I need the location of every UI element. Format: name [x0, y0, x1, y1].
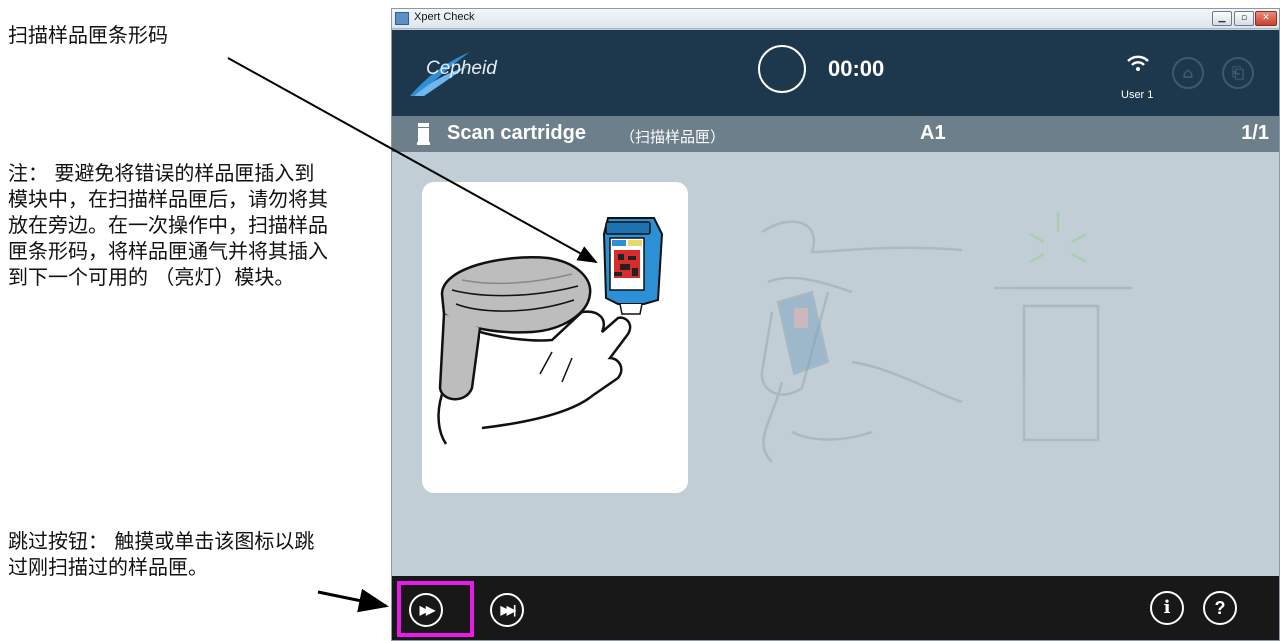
skip-all-button[interactable]: ▶▶| — [490, 593, 524, 627]
step-subtitle: （扫描样品匣） — [620, 128, 726, 146]
scan-illustration-card — [422, 182, 688, 493]
app-window: Xpert Check ▁ ▫ ✕ Cepheid 00:00 User 1 ⌂… — [391, 8, 1280, 641]
user-label: User 1 — [1121, 89, 1154, 101]
step-bar: Scan cartridge （扫描样品匣） A1 1/1 — [392, 116, 1279, 152]
instruction-area — [392, 152, 1279, 576]
faded-insertion-illustration — [760, 212, 1132, 463]
annotation-skip-button: 跳过按钮： 触摸或单击该图标以跳过刚扫描过的样品匣。 — [8, 528, 328, 580]
window-title: Xpert Check — [414, 11, 475, 23]
minimize-button[interactable]: ▁ — [1212, 11, 1232, 26]
skip-button[interactable]: ▶▶ — [409, 593, 443, 627]
app-icon — [395, 12, 409, 25]
home-icon[interactable]: ⌂ — [1172, 57, 1204, 89]
app-header: Cepheid 00:00 User 1 ⌂ ⎗ — [392, 30, 1279, 116]
maximize-button[interactable]: ▫ — [1234, 11, 1254, 26]
annotation-note-text: 注： 要避免将错误的样品匣插入到模块中，在扫描样品匣后，请勿将其放在旁边。在一次… — [8, 161, 328, 289]
callout-arrow-skip — [317, 588, 389, 613]
annotation-skip-text: 跳过按钮： 触摸或单击该图标以跳过刚扫描过的样品匣。 — [8, 529, 315, 579]
logout-icon[interactable]: ⎗ — [1222, 57, 1254, 89]
bottom-toolbar: ▶▶ ▶▶| i ? — [392, 576, 1279, 640]
help-button[interactable]: ? — [1203, 591, 1237, 625]
window-titlebar: Xpert Check ▁ ▫ ✕ — [392, 9, 1279, 29]
annotation-scan-barcode-text: 扫描样品匣条形码 — [8, 23, 168, 47]
step-module: A1 — [920, 122, 946, 144]
info-button[interactable]: i — [1150, 591, 1184, 625]
annotation-note: 注： 要避免将错误的样品匣插入到模块中，在扫描样品匣后，请勿将其放在旁边。在一次… — [8, 160, 333, 290]
logo-text: Cepheid — [426, 58, 497, 79]
scan-cartridge-illustration — [437, 217, 664, 445]
step-page-counter: 1/1 — [1241, 122, 1269, 144]
timer: 00:00 — [828, 56, 885, 81]
annotation-scan-barcode: 扫描样品匣条形码 — [8, 22, 338, 48]
close-button[interactable]: ✕ — [1255, 11, 1277, 26]
timer-circle — [758, 45, 806, 93]
step-title: Scan cartridge — [447, 122, 586, 144]
wifi-icon — [1127, 55, 1149, 71]
cartridge-icon — [417, 123, 430, 145]
